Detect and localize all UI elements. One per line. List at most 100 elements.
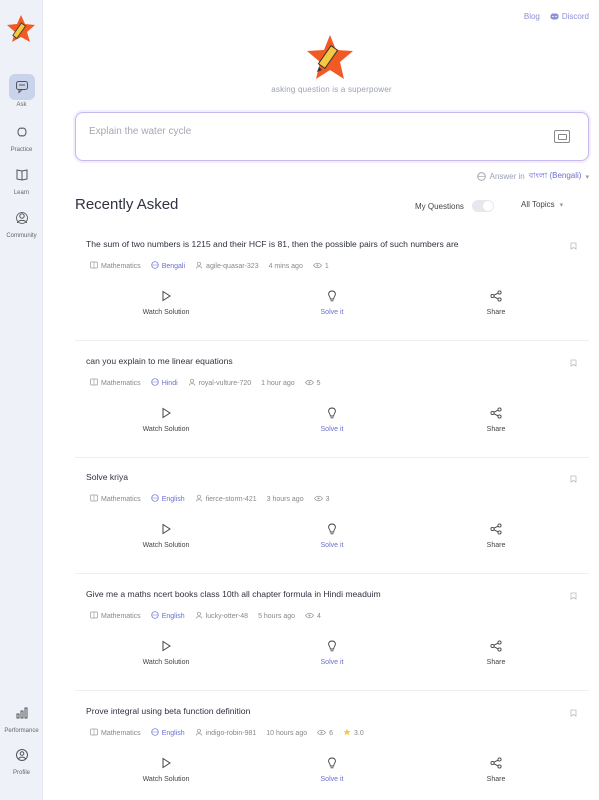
timestamp: 4 mins ago [268, 262, 303, 270]
language-label: Bengali [161, 262, 186, 270]
author-name: indigo-robin-981 [205, 729, 257, 737]
solve-it-button[interactable]: Solve it [287, 407, 377, 433]
watch-solution-button[interactable]: Watch Solution [121, 640, 211, 666]
solve-it-button[interactable]: Solve it [287, 640, 377, 666]
question-card[interactable]: The sum of two numbers is 1215 and their… [75, 233, 589, 341]
author: agile-quasar-323 [195, 261, 259, 271]
chevron-down-icon: ▾ [559, 201, 564, 209]
subject-tag: Mathematics [90, 378, 141, 388]
share-button[interactable]: Share [451, 757, 541, 783]
top-links: Blog Discord [524, 12, 589, 21]
watch-solution-button[interactable]: Watch Solution [121, 407, 211, 433]
question-card[interactable]: can you explain to me linear equations Ma… [75, 350, 589, 458]
ask-input[interactable] [89, 126, 529, 137]
question-actions: Watch Solution Solve it Share [75, 640, 589, 670]
image-upload-icon[interactable] [554, 130, 570, 143]
share-button[interactable]: Share [451, 290, 541, 316]
question-actions: Watch Solution Solve it Share [75, 523, 589, 553]
author-name: royal-vulture-720 [198, 379, 252, 387]
question-card[interactable]: Give me a maths ncert books class 10th a… [75, 583, 589, 691]
hero-logo-icon [307, 35, 353, 79]
views: 5 [304, 379, 321, 388]
discord-link[interactable]: Discord [550, 12, 589, 21]
book-icon [9, 162, 35, 188]
globe-icon [151, 261, 159, 271]
author-name: lucky-otter-48 [205, 612, 249, 620]
question-text[interactable]: can you explain to me linear equations [86, 356, 556, 366]
timestamp: 10 hours ago [266, 729, 308, 737]
watch-solution-label: Watch Solution [142, 659, 190, 666]
share-button[interactable]: Share [451, 523, 541, 549]
question-meta: Mathematics English fierce-storm-421 3 hour… [90, 494, 330, 504]
app-logo-icon[interactable] [6, 14, 36, 44]
sidebar-item-performance[interactable]: Performance [0, 700, 43, 734]
view-count: 4 [317, 612, 321, 620]
user-icon [188, 378, 196, 388]
solve-it-label: Solve it [320, 426, 344, 433]
play-icon [160, 290, 172, 309]
divider [75, 457, 589, 458]
sidebar-item-practice[interactable]: Practice [0, 119, 43, 153]
share-label: Share [486, 542, 506, 549]
solve-it-label: Solve it [320, 776, 344, 783]
my-questions-toggle[interactable] [471, 200, 494, 212]
question-text[interactable]: Solve kriya [86, 472, 556, 482]
timestamp: 1 hour ago [261, 379, 295, 387]
watch-solution-label: Watch Solution [142, 426, 190, 433]
subject-icon [90, 494, 98, 504]
sidebar-item-label: Practice [10, 147, 33, 153]
bookmark-icon[interactable] [570, 237, 578, 250]
share-button[interactable]: Share [451, 640, 541, 666]
question-text[interactable]: Prove integral using beta function defin… [86, 706, 556, 716]
question-text[interactable]: The sum of two numbers is 1215 and their… [86, 239, 556, 249]
subject-label: Mathematics [101, 379, 141, 387]
sidebar-item-community[interactable]: Community [0, 205, 43, 239]
bookmark-icon[interactable] [570, 587, 578, 600]
eye-icon [317, 729, 327, 738]
watch-solution-label: Watch Solution [142, 309, 190, 316]
language-tag: Bengali [151, 261, 185, 271]
question-card[interactable]: Solve kriya Mathematics English fierce-stor… [75, 466, 589, 574]
play-icon [160, 757, 172, 776]
question-card[interactable]: Prove integral using beta function defin… [75, 700, 589, 800]
blog-link[interactable]: Blog [524, 12, 540, 21]
question-text[interactable]: Give me a maths ncert books class 10th a… [86, 589, 556, 599]
eye-icon [312, 262, 322, 271]
solve-it-button[interactable]: Solve it [287, 290, 377, 316]
divider [75, 690, 589, 691]
subject-label: Mathematics [101, 612, 141, 620]
answer-in-label: Answer in [489, 172, 525, 181]
eye-icon [305, 612, 314, 621]
author-name: agile-quasar-323 [206, 262, 259, 270]
view-count: 5 [316, 379, 321, 387]
solve-it-button[interactable]: Solve it [287, 523, 377, 549]
user-icon [195, 261, 203, 271]
sidebar-item-label: Learn [13, 190, 30, 196]
rating: 3.0 [343, 728, 364, 738]
ask-input-container[interactable] [75, 112, 589, 161]
eye-icon [304, 379, 314, 388]
globe-icon [151, 728, 159, 738]
community-icon [9, 205, 35, 231]
answer-language-selector[interactable]: Answer in বাংলা (Bengali) ▾ [476, 170, 589, 183]
views: 3 [313, 495, 330, 504]
globe-icon [151, 494, 159, 504]
topics-label: All Topics [521, 200, 555, 209]
watch-solution-button[interactable]: Watch Solution [121, 757, 211, 783]
topics-dropdown[interactable]: All Topics ▾ [521, 200, 563, 209]
bookmark-icon[interactable] [570, 470, 578, 483]
solve-it-button[interactable]: Solve it [287, 757, 377, 783]
bookmark-icon[interactable] [570, 354, 578, 367]
question-meta: Mathematics Hindi royal-vulture-720 1 hour … [90, 378, 321, 388]
question-meta: Mathematics English lucky-otter-48 5 hours … [90, 611, 321, 621]
solve-it-label: Solve it [320, 309, 344, 316]
watch-solution-button[interactable]: Watch Solution [121, 523, 211, 549]
share-button[interactable]: Share [451, 407, 541, 433]
profile-icon [9, 742, 35, 768]
globe-icon [476, 172, 486, 181]
share-icon [490, 290, 502, 309]
bookmark-icon[interactable] [570, 704, 578, 717]
sidebar-item-profile[interactable]: Profile [0, 742, 43, 776]
watch-solution-button[interactable]: Watch Solution [121, 290, 211, 316]
sidebar-item-learn[interactable]: Learn [0, 162, 43, 196]
